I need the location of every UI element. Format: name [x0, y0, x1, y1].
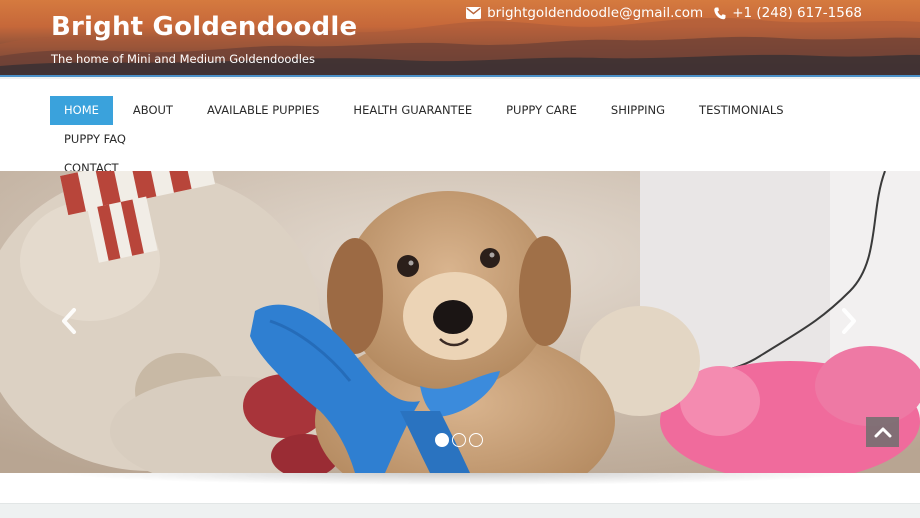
back-to-top-button[interactable] — [866, 417, 899, 447]
slider-pagination — [435, 433, 483, 447]
nav-item-puppy-faq[interactable]: PUPPY FAQ — [50, 125, 140, 154]
shadow-ellipse — [60, 473, 860, 485]
site-header: Bright Goldendoodle The home of Mini and… — [0, 0, 920, 77]
nav-item-home[interactable]: HOME — [50, 96, 113, 125]
phone-icon — [714, 7, 726, 20]
site-title[interactable]: Bright Goldendoodle — [51, 12, 357, 42]
slider-prev-button[interactable] — [58, 306, 80, 336]
slider-shadow — [0, 473, 920, 503]
phone-link[interactable]: +1 (248) 617-1568 — [714, 5, 862, 21]
phone-text[interactable]: +1 (248) 617-1568 — [732, 5, 862, 21]
contact-info: brightgoldendoodle@gmail.com +1 (248) 61… — [466, 5, 862, 21]
chevron-right-icon — [842, 308, 856, 334]
hero-slider — [0, 171, 920, 473]
content-area-top — [0, 503, 920, 518]
slider-dot-1[interactable] — [435, 433, 449, 447]
chevron-up-icon — [874, 427, 891, 438]
chevron-left-icon — [62, 308, 76, 334]
nav-item-available-puppies[interactable]: AVAILABLE PUPPIES — [193, 96, 333, 125]
nav-item-health-guarantee[interactable]: HEALTH GUARANTEE — [339, 96, 486, 125]
email-text[interactable]: brightgoldendoodle@gmail.com — [487, 5, 703, 21]
nav-menu: HOME ABOUT AVAILABLE PUPPIES HEALTH GUAR… — [50, 96, 880, 183]
nav-item-puppy-care[interactable]: PUPPY CARE — [492, 96, 591, 125]
puppy-photo — [0, 171, 920, 473]
email-link[interactable]: brightgoldendoodle@gmail.com — [466, 5, 703, 21]
slider-next-button[interactable] — [838, 306, 860, 336]
slider-dot-2[interactable] — [452, 433, 466, 447]
main-navigation: HOME ABOUT AVAILABLE PUPPIES HEALTH GUAR… — [0, 79, 920, 175]
nav-item-shipping[interactable]: SHIPPING — [597, 96, 679, 125]
envelope-icon — [466, 7, 482, 19]
site-tagline: The home of Mini and Medium Goldendoodle… — [51, 52, 315, 66]
slider-dot-3[interactable] — [469, 433, 483, 447]
nav-item-testimonials[interactable]: TESTIMONIALS — [685, 96, 798, 125]
nav-item-about[interactable]: ABOUT — [119, 96, 187, 125]
